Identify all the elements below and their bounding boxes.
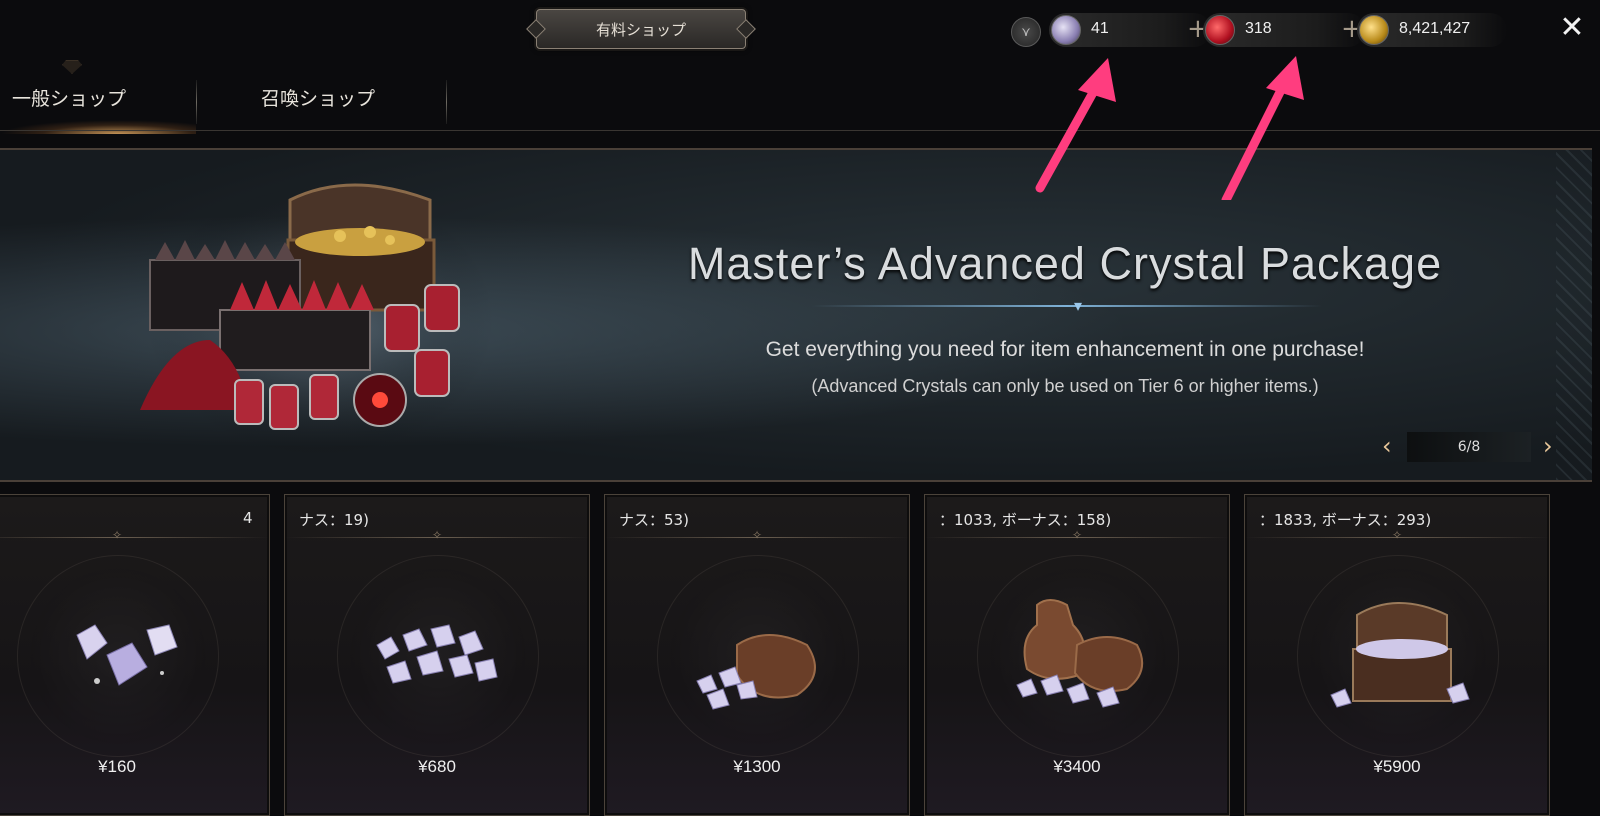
chevron-down-icon: ⋎: [1021, 24, 1031, 40]
product-card[interactable]: ナス：53) ¥1300: [604, 494, 910, 816]
shop-title-plate: 有料ショップ: [536, 9, 746, 49]
tabs-underline: [0, 130, 1600, 131]
currency-dropdown-button[interactable]: ⋎: [1011, 17, 1041, 47]
product-price: ¥680: [418, 757, 456, 776]
product-card[interactable]: ：1033, ボーナス：158) ¥3400: [924, 494, 1230, 816]
tab-summon-shop-label: 召喚ショップ: [261, 88, 376, 110]
crystal-package-art-icon: [140, 180, 495, 460]
card-divider: [1245, 537, 1549, 538]
close-icon: ✕: [1559, 10, 1585, 45]
product-card[interactable]: ナス：19) ¥680: [284, 494, 590, 816]
banner-next-button[interactable]: ›: [1543, 432, 1553, 460]
banner-prev-button[interactable]: ‹: [1382, 432, 1392, 460]
currency-diamond: 41 +: [1049, 13, 1211, 47]
diamond-crystal-count: 41: [1091, 20, 1109, 37]
red-crystal-count: 318: [1245, 20, 1272, 37]
crystal-pile-icon: [376, 624, 498, 684]
gold-coin-icon: [1359, 15, 1389, 45]
product-price: ¥1300: [733, 757, 781, 776]
product-name: ：1833, ボーナス：293): [1259, 511, 1432, 529]
diamond-crystal-icon: [1051, 15, 1081, 45]
product-name: 4: [243, 509, 253, 527]
product-list: 4 ¥160 ナス：19) ¥680 ナス：53): [0, 494, 1600, 816]
banner-title: Master’s Advanced Crystal Package: [687, 238, 1443, 289]
crystal-chest-icon: [1330, 602, 1470, 708]
product-name: ナス：19): [299, 511, 369, 529]
shop-title: 有料ショップ: [595, 21, 686, 39]
banner-note: (Advanced Crystals can only be used on T…: [811, 376, 1319, 396]
card-divider: [285, 537, 589, 538]
tab-gem-icon: [62, 60, 82, 74]
product-price: ¥3400: [1053, 757, 1101, 776]
tab-general-shop[interactable]: 一般ショップ: [0, 60, 196, 134]
crystal-bag-icon: [696, 634, 816, 710]
currency-red-crystal: 318 +: [1203, 13, 1365, 47]
currency-gold: 8,421,427: [1357, 13, 1507, 47]
tab-divider: [446, 80, 447, 124]
featured-banner[interactable]: Master’s Advanced Crystal Package ▾ Get …: [0, 148, 1592, 482]
card-divider: [0, 537, 269, 538]
crystal-bags-icon: [1016, 599, 1144, 708]
red-crystal-icon: [1205, 15, 1235, 45]
product-card[interactable]: 4 ¥160: [0, 494, 270, 816]
banner-page-indicator: 6/8: [1407, 432, 1531, 462]
few-crystals-icon: [76, 624, 178, 686]
gold-count: 8,421,427: [1399, 20, 1471, 37]
banner-frame-decoration: [1556, 150, 1592, 480]
tab-summon-shop[interactable]: 召喚ショップ: [197, 68, 445, 128]
product-card[interactable]: ：1833, ボーナス：293) ¥5900: [1244, 494, 1550, 816]
tab-general-shop-label: 一般ショップ: [12, 88, 127, 110]
product-name: ：1033, ボーナス：158): [939, 511, 1112, 529]
product-price: ¥160: [98, 757, 136, 776]
banner-divider-chevron-icon: ▾: [1074, 296, 1083, 315]
product-price: ¥5900: [1373, 757, 1421, 776]
banner-divider: [812, 305, 1322, 307]
top-bar: 有料ショップ ⋎ 41 + 318 + 8,421,427 ✕: [0, 0, 1600, 60]
product-name: ナス：53): [619, 511, 689, 529]
shop-tabs: 一般ショップ 召喚ショップ: [0, 60, 1600, 134]
card-divider: [605, 537, 909, 538]
close-button[interactable]: ✕: [1554, 10, 1590, 46]
banner-description: Get everything you need for item enhance…: [765, 338, 1365, 361]
card-divider: [925, 537, 1229, 538]
